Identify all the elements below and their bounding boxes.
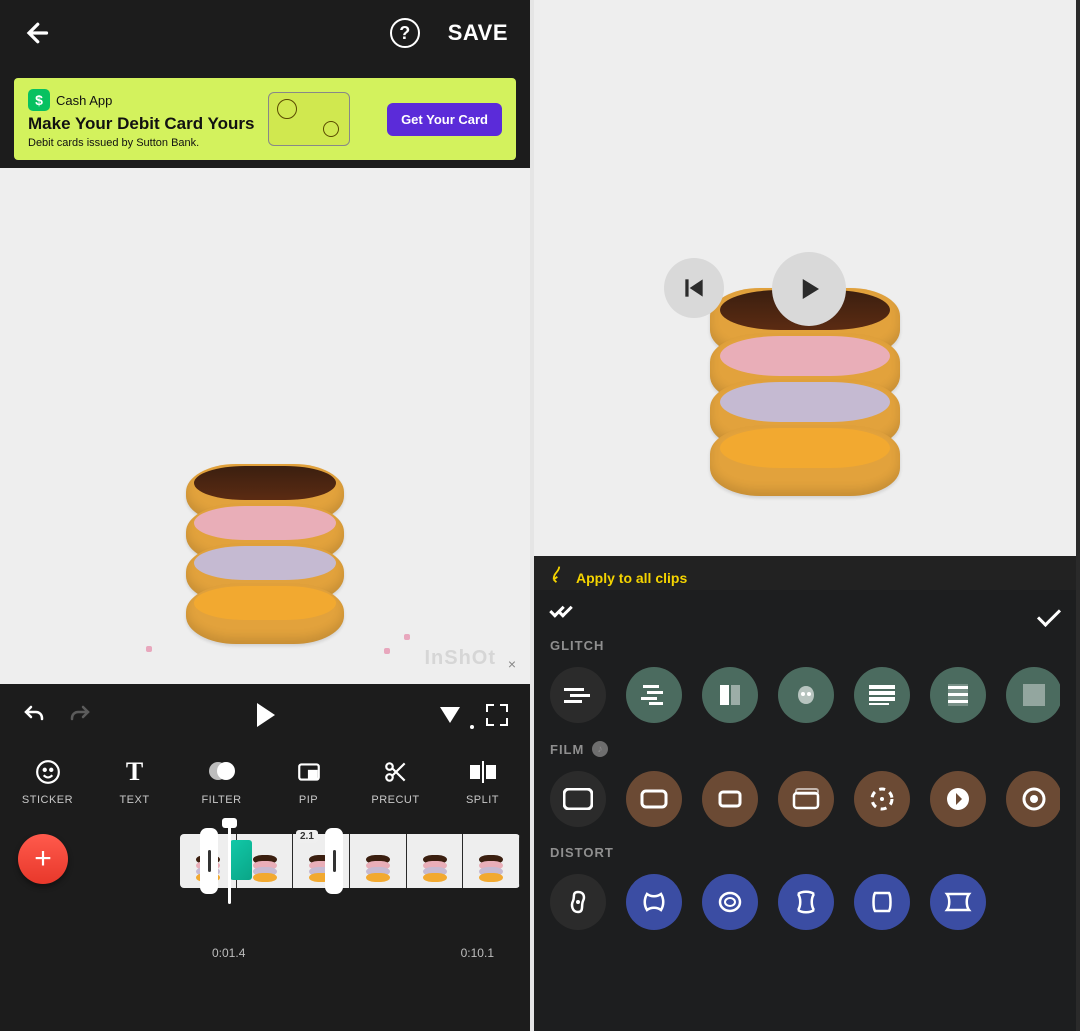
selection-overlay [230,840,252,880]
category-film: FILM ♪ [550,741,1060,827]
trim-handle-right[interactable] [325,828,343,894]
playhead[interactable] [228,820,231,904]
timecode-current: 0:01.4 [212,946,245,960]
play-icon [257,703,275,727]
trim-handle-left[interactable] [200,828,218,894]
help-button[interactable]: ? [390,18,420,48]
tool-label: STICKER [22,794,73,806]
distort-effect-4[interactable] [778,874,834,930]
film-effect-3[interactable] [702,771,758,827]
tool-label: PRECUT [371,794,419,806]
category-distort: DISTORT [550,845,1060,930]
film-effect-1[interactable] [550,771,606,827]
glitch-effect-6[interactable] [930,667,986,723]
keyframe-button[interactable] [440,707,460,723]
save-button[interactable]: SAVE [448,20,508,46]
tool-text[interactable]: T TEXT [95,758,175,806]
category-glitch: GLITCH [550,638,1060,723]
timecode-total: 0:10.1 [461,946,494,960]
tool-label: PIP [299,794,318,806]
fullscreen-button[interactable] [486,704,508,726]
remove-watermark-button[interactable]: × [508,656,516,672]
effects-pane: Apply to all clips GLITCH [534,0,1076,1031]
back-button[interactable] [22,16,56,50]
apply-all-tooltip: Apply to all clips [550,562,687,586]
redo-button [68,703,92,727]
category-title: GLITCH [550,638,1060,653]
sticker-icon [34,758,62,786]
add-clip-button[interactable]: + [18,834,68,884]
playback-bar [0,684,530,746]
tool-strip: STICKER T TEXT FILTER PIP PRECUT [0,746,530,812]
ad-headline: Make Your Debit Card Yours [28,114,254,134]
ad-card-art [268,92,350,146]
triangle-down-icon [440,707,460,723]
tool-label: FILTER [201,794,241,806]
video-preview[interactable]: InShOt × [0,168,530,684]
distort-effect-6[interactable] [930,874,986,930]
tool-pip[interactable]: PIP [269,758,349,806]
tool-label: TEXT [119,794,149,806]
topbar: ? SAVE [0,0,530,66]
tool-filter[interactable]: FILTER [182,758,262,806]
split-icon [469,758,497,786]
fullscreen-icon [486,704,508,726]
glitch-effect-3[interactable] [702,667,758,723]
film-effect-2[interactable] [626,771,682,827]
distort-effect-1[interactable] [550,874,606,930]
glitch-effect-1[interactable] [550,667,606,723]
effect-preview [534,0,1076,556]
apply-all-label: Apply to all clips [576,570,687,586]
music-badge-icon: ♪ [592,741,608,757]
filter-icon [208,758,236,786]
category-title: FILM ♪ [550,741,1060,757]
ad-cta-button[interactable]: Get Your Card [387,103,502,136]
scissors-icon [382,758,410,786]
film-effect-7[interactable] [1006,771,1060,827]
watermark: InShOt [424,647,496,670]
film-effect-6[interactable] [930,771,986,827]
prev-frame-button[interactable] [664,258,724,318]
play-button[interactable] [257,703,275,727]
glitch-effect-5[interactable] [854,667,910,723]
pip-icon [295,758,323,786]
film-effect-5[interactable] [854,771,910,827]
tool-label: SPLIT [466,794,499,806]
preview-play-button[interactable] [772,252,846,326]
text-icon: T [121,758,149,786]
apply-all-button[interactable] [550,606,580,624]
editor-pane: ? SAVE $ Cash App Make Your Debit Card Y… [0,0,534,1031]
clip-speed-tag: 2.1 [296,830,318,843]
effects-panel: GLITCH FILM ♪ [534,590,1076,1031]
tool-split[interactable]: SPLIT [443,758,523,806]
category-title: DISTORT [550,845,1060,860]
undo-button[interactable] [22,703,46,727]
preview-content [710,312,900,496]
distort-effect-3[interactable] [702,874,758,930]
distort-effect-5[interactable] [854,874,910,930]
ad-sub: Debit cards issued by Sutton Bank. [28,137,254,149]
timeline[interactable]: + 2.1 0:01.4 0:10.1 [0,812,530,962]
confirm-button[interactable] [1037,603,1061,627]
ad-banner[interactable]: $ Cash App Make Your Debit Card Yours De… [14,78,516,160]
preview-content [186,484,344,644]
tool-sticker[interactable]: STICKER [8,758,88,806]
tool-precut[interactable]: PRECUT [356,758,436,806]
glitch-effect-7[interactable] [1006,667,1060,723]
glitch-effect-4[interactable] [778,667,834,723]
film-effect-4[interactable] [778,771,834,827]
distort-effect-2[interactable] [626,874,682,930]
ad-brand: Cash App [56,93,112,108]
glitch-effect-2[interactable] [626,667,682,723]
ad-logo-icon: $ [28,89,50,111]
